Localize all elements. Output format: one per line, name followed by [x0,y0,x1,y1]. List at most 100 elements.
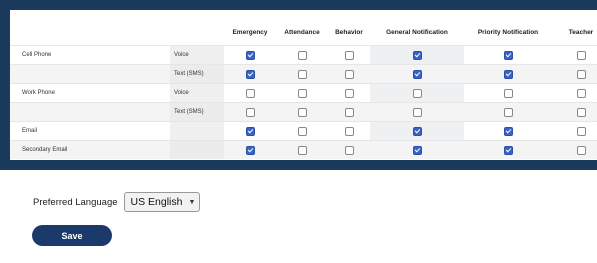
notification-checkbox[interactable] [344,126,354,136]
notification-checkbox[interactable] [576,126,586,136]
notification-checkbox[interactable] [576,69,586,79]
table-row: Text (SMS) [10,102,597,122]
checkbox-cell [552,83,597,103]
column-header-teacher: Teacher [552,19,597,46]
checkbox-cell [328,83,370,103]
notification-checkbox[interactable] [344,145,354,155]
table-row: Text (SMS) [10,64,597,84]
device-label: Work Phone [10,83,170,103]
column-header-emergency: Emergency [224,19,276,46]
notification-checkbox[interactable] [245,69,255,79]
checkbox-cell [224,121,276,141]
device-label [10,64,170,84]
checkbox-cell [464,64,552,84]
save-button[interactable]: Save [32,225,112,246]
header-blank [170,19,224,46]
checkbox-cell [370,83,464,103]
notification-checkbox[interactable] [297,69,307,79]
checkbox-cell [276,64,328,84]
checkbox-cell [552,45,597,65]
notification-checkbox[interactable] [245,145,255,155]
checkbox-cell [464,140,552,159]
checkbox-cell [464,102,552,122]
checkbox-cell [276,45,328,65]
notification-checkbox[interactable] [412,145,422,155]
column-header-behavior: Behavior [328,19,370,46]
checkbox-cell [276,102,328,122]
checkbox-cell [370,102,464,122]
notification-checkbox[interactable] [297,50,307,60]
notification-checkbox[interactable] [297,107,307,117]
checkbox-cell [552,64,597,84]
header-blank [10,19,170,46]
checkbox-cell [552,140,597,159]
column-header-attendance: Attendance [276,19,328,46]
mode-label [170,140,224,159]
notification-checkbox[interactable] [297,145,307,155]
checkbox-cell [464,121,552,141]
checkbox-cell [328,140,370,159]
notification-checkbox[interactable] [412,126,422,136]
notification-checkbox[interactable] [245,107,255,117]
device-label: Secondary Email [10,140,170,159]
mode-label: Text (SMS) [170,102,224,122]
mode-label: Voice [170,45,224,65]
notification-preferences-table: Emergency Attendance Behavior General No… [10,19,597,159]
notification-checkbox[interactable] [503,88,513,98]
notification-checkbox[interactable] [576,145,586,155]
notification-checkbox[interactable] [245,50,255,60]
language-select[interactable]: US English ▼ [123,192,201,212]
checkbox-cell [328,45,370,65]
checkbox-cell [464,83,552,103]
checkbox-cell [328,102,370,122]
notification-checkbox[interactable] [344,107,354,117]
checkbox-cell [464,45,552,65]
notification-checkbox[interactable] [576,50,586,60]
checkbox-cell [224,83,276,103]
notification-checkbox[interactable] [297,126,307,136]
checkbox-cell [552,102,597,122]
notification-checkbox[interactable] [344,88,354,98]
notification-checkbox[interactable] [503,69,513,79]
mode-label [170,121,224,141]
notification-checkbox[interactable] [412,88,422,98]
table-row: Secondary Email [10,140,597,159]
table-row: Cell Phone Voice [10,45,597,65]
table-header-row: Emergency Attendance Behavior General No… [10,19,597,46]
chevron-down-icon: ▼ [188,198,196,206]
notification-checkbox[interactable] [412,69,422,79]
checkbox-cell [276,140,328,159]
device-label: Cell Phone [10,45,170,65]
language-label: Preferred Language [33,196,118,208]
notification-checkbox[interactable] [245,126,255,136]
checkbox-cell [370,45,464,65]
notification-checkbox[interactable] [503,107,513,117]
language-row: Preferred Language US English ▼ [33,192,201,212]
notification-checkbox[interactable] [344,50,354,60]
checkbox-cell [224,140,276,159]
notification-checkbox[interactable] [412,107,422,117]
checkbox-cell [370,140,464,159]
notification-checkbox[interactable] [576,88,586,98]
mode-label: Text (SMS) [170,64,224,84]
notification-checkbox[interactable] [576,107,586,117]
notification-checkbox[interactable] [412,50,422,60]
notification-checkbox[interactable] [297,88,307,98]
notification-checkbox[interactable] [503,126,513,136]
column-header-general-notification: General Notification [370,19,464,46]
notification-preferences-panel: Emergency Attendance Behavior General No… [10,10,597,160]
notification-checkbox[interactable] [503,50,513,60]
notification-checkbox[interactable] [245,88,255,98]
checkbox-cell [552,121,597,141]
checkbox-cell [370,121,464,141]
checkbox-cell [370,64,464,84]
checkbox-cell [276,83,328,103]
checkbox-cell [276,121,328,141]
table-row: Work Phone Voice [10,83,597,103]
table-row: Email [10,121,597,141]
language-select-value: US English [130,196,183,208]
notification-checkbox[interactable] [344,69,354,79]
notification-checkbox[interactable] [503,145,513,155]
device-label: Email [10,121,170,141]
checkbox-cell [224,45,276,65]
